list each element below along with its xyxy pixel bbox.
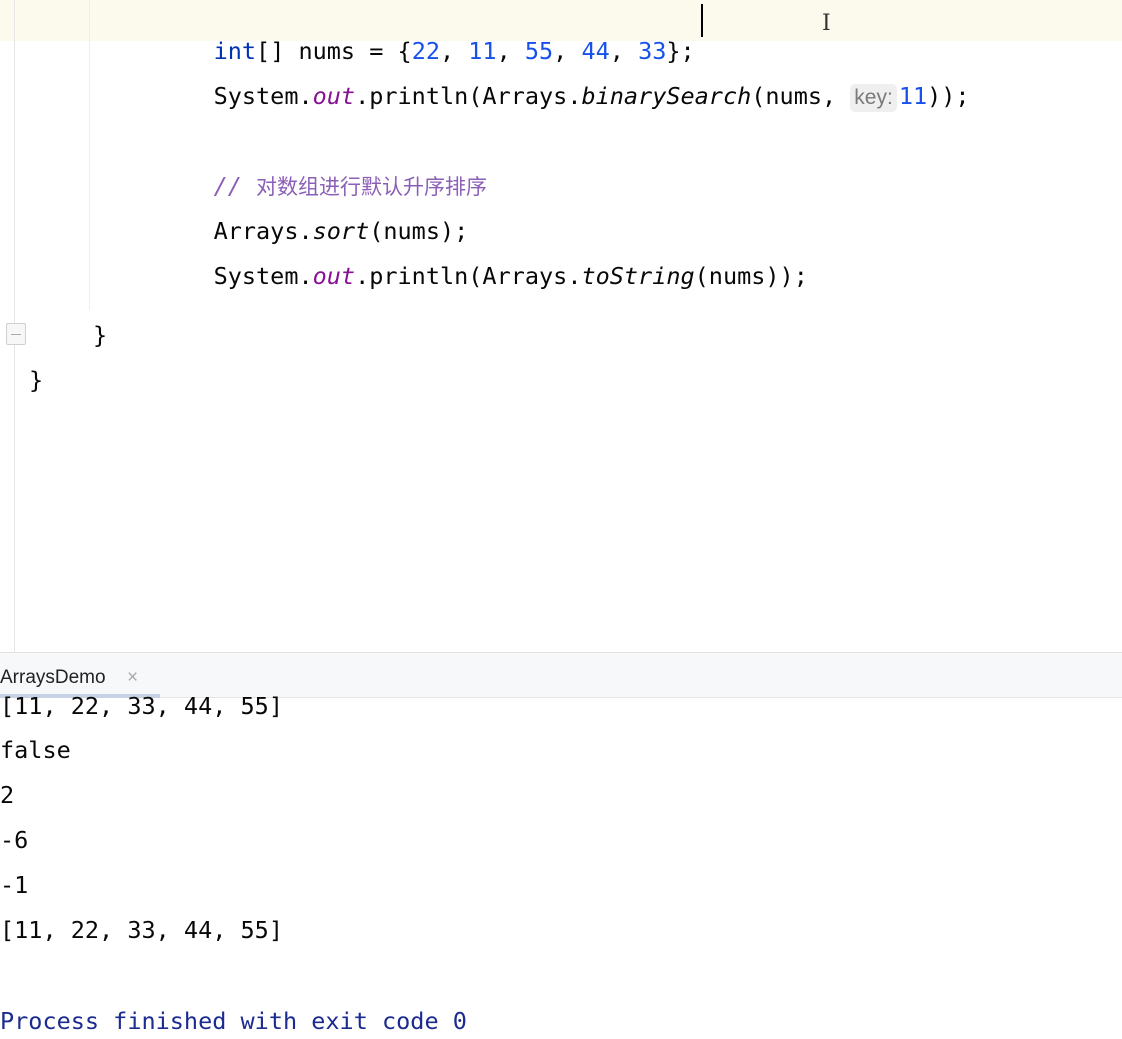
fold-marker-icon[interactable] [6,323,26,345]
output-line: false [0,736,71,764]
output-line: [11, 22, 33, 44, 55] [0,916,283,944]
method-closing-brace: } [93,321,108,349]
output-line: -1 [0,871,29,899]
output-line: [11, 22, 33, 44, 55] [0,692,283,720]
code-line-2[interactable]: System.out.println(Arrays.binarySearch(n… [157,51,970,142]
code-text: (nums, [751,82,851,110]
code-text: )); [927,82,970,110]
code-text: (nums)); [694,262,808,290]
indent-guide [89,0,90,310]
code-text: System. [213,82,313,110]
code-line-5[interactable]: System.out.println(Arrays.toString(nums)… [157,231,808,321]
exit-message: Process finished with exit code 0 [0,1007,467,1035]
static-method: toString [581,262,695,290]
static-field: out [312,262,356,290]
ibeam-cursor-icon: I [822,11,831,36]
output-line: 2 [0,781,15,809]
static-method: binarySearch [581,82,752,110]
parameter-hint: key: [850,84,897,112]
class-closing-brace: } [29,366,44,394]
code-text: System. [213,262,313,290]
static-field: out [312,82,356,110]
number-literal: 11 [898,82,928,110]
code-editor[interactable]: int[] nums = {22, 11, 55, 44, 33}; I Sys… [0,0,1122,652]
close-icon[interactable]: × [127,665,138,691]
output-line: -6 [0,826,29,854]
run-panel: ArraysDemo × [11, 22, 33, 44, 55] false … [0,652,1122,1039]
text-caret [701,4,703,37]
code-text: .println(Arrays. [355,82,582,110]
code-text: .println(Arrays. [355,262,582,290]
